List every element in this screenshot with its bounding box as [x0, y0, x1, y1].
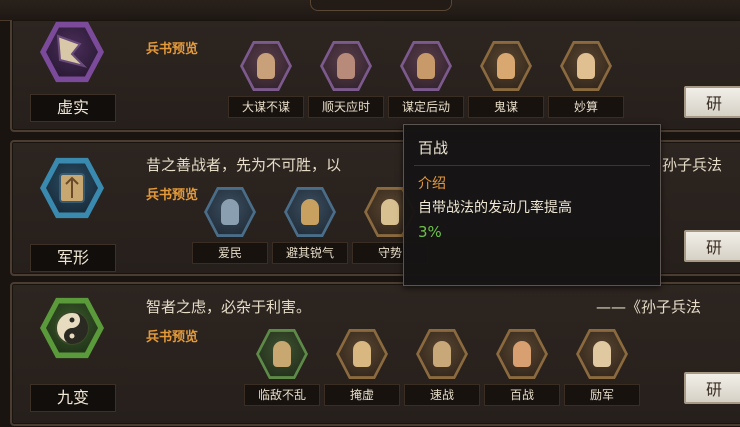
skill-icon [284, 187, 336, 237]
top-bar [0, 0, 740, 21]
preview-label: 兵书预览 [146, 330, 199, 345]
skill-card[interactable]: 谋定后动 [388, 40, 464, 118]
research-button[interactable]: 研 [684, 230, 740, 262]
skill-icon [204, 187, 256, 237]
skill-tooltip: 百战 介绍 自带战法的发动几率提高 3% [403, 124, 661, 286]
quote-text: 智者之虑，必杂于利害。 [146, 298, 312, 316]
skill-name: 爱民 [192, 242, 268, 264]
skill-card[interactable]: 妙算 [548, 40, 624, 118]
skill-name: 鬼谋 [468, 96, 544, 118]
quote-source: ——《孙子兵法 [596, 298, 702, 316]
skill-icon [576, 329, 628, 379]
skill-icon [480, 41, 532, 91]
preview-label: 兵书预览 [146, 188, 199, 203]
section-name: 虚实 [30, 94, 116, 122]
skill-icon [496, 329, 548, 379]
skill-icon [560, 41, 612, 91]
skill-card[interactable]: 掩虚 [324, 328, 400, 406]
skill-card[interactable]: 大谋不谋 [228, 40, 304, 118]
tooltip-section-label: 介绍 [418, 176, 446, 192]
section-name: 军形 [30, 244, 116, 272]
skill-name: 谋定后动 [388, 96, 464, 118]
flag-icon [56, 34, 88, 68]
top-notch [310, 0, 452, 11]
research-button[interactable]: 研 [684, 372, 740, 404]
skill-card[interactable]: 速战 [404, 328, 480, 406]
skill-card[interactable]: 百战 [484, 328, 560, 406]
tooltip-title: 百战 [418, 139, 449, 157]
tooltip-value: 3% [418, 223, 442, 241]
tooltip-description: 自带战法的发动几率提高 [418, 200, 572, 216]
skill-card[interactable]: 顺天应时 [308, 40, 384, 118]
skill-icon [416, 329, 468, 379]
skill-icon [256, 329, 308, 379]
skill-name: 励军 [564, 384, 640, 406]
section-jiubian-panel: 九变 智者之虑，必杂于利害。 ——《孙子兵法 兵书预览 临敌不乱 掩虚 速战 百… [10, 282, 740, 426]
quote-source: 孙子兵法 [662, 156, 723, 174]
skill-card[interactable]: 避其锐气 [272, 186, 348, 264]
skill-icon [320, 41, 372, 91]
junxing-emblem[interactable]: 军形 [26, 156, 118, 272]
xushi-emblem[interactable]: 虚实 [26, 20, 118, 122]
shield-arrows-icon [59, 173, 85, 203]
quote-text: 昔之善战者，先为不可胜，以 [146, 156, 342, 174]
skill-card[interactable]: 鬼谋 [468, 40, 544, 118]
skill-name: 速战 [404, 384, 480, 406]
jiubian-emblem[interactable]: 九变 [26, 296, 118, 412]
skill-icon [336, 329, 388, 379]
skill-name: 避其锐气 [272, 242, 348, 264]
skill-card[interactable]: 临敌不乱 [244, 328, 320, 406]
skill-name: 临敌不乱 [244, 384, 320, 406]
skill-name: 掩虚 [324, 384, 400, 406]
skill-icon [240, 41, 292, 91]
section-name: 九变 [30, 384, 116, 412]
skill-name: 百战 [484, 384, 560, 406]
skill-name: 妙算 [548, 96, 624, 118]
skill-icon [400, 41, 452, 91]
preview-label: 兵书预览 [146, 42, 199, 57]
tooltip-divider [414, 165, 650, 166]
skill-name: 顺天应时 [308, 96, 384, 118]
section-xushi-panel: 虚实 兵书预览 大谋不谋 顺天应时 谋定后动 鬼谋 妙算 研 [10, 20, 740, 132]
research-button[interactable]: 研 [684, 86, 740, 118]
skill-card[interactable]: 爱民 [192, 186, 268, 264]
yin-yang-icon [55, 311, 89, 345]
skill-name: 大谋不谋 [228, 96, 304, 118]
skill-card[interactable]: 励军 [564, 328, 640, 406]
